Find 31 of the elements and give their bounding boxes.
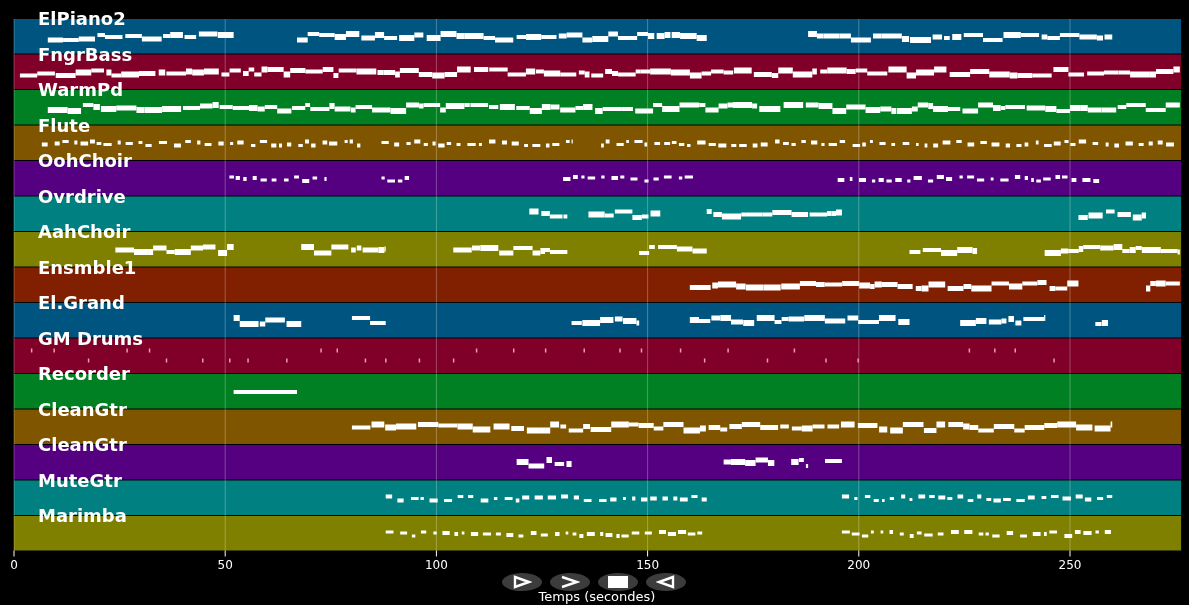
track-name: Marimba bbox=[38, 505, 127, 526]
reverse-button[interactable] bbox=[646, 573, 686, 591]
axis-title: Temps (secondes) bbox=[538, 588, 656, 604]
square-icon bbox=[608, 575, 628, 589]
track-name: MuteGtr bbox=[38, 469, 122, 491]
track-name: CleanGtr bbox=[38, 434, 127, 455]
tick-label: 200 bbox=[847, 557, 871, 572]
notes-drawing bbox=[233, 390, 297, 394]
track-name: Recorder bbox=[38, 363, 130, 384]
track-name: Flute bbox=[38, 114, 91, 136]
track-name: Ovrdrive bbox=[38, 185, 126, 207]
triangle-icon bbox=[512, 575, 532, 589]
tick-label: 100 bbox=[424, 557, 448, 572]
play-button[interactable] bbox=[502, 573, 542, 591]
track-name: ElPiano2 bbox=[38, 8, 126, 29]
track-name: WarmPd bbox=[38, 79, 124, 100]
tick-label: 250 bbox=[1058, 557, 1082, 572]
stop-button[interactable] bbox=[598, 573, 638, 591]
chevron-icon bbox=[560, 575, 580, 589]
track-name: AahChoir bbox=[38, 221, 131, 242]
triangle-icon bbox=[656, 575, 676, 589]
track-name: Ensmble1 bbox=[38, 256, 137, 278]
next-button[interactable] bbox=[550, 573, 590, 591]
tick-label: 0 bbox=[10, 557, 18, 572]
track-name: GM Drums bbox=[38, 327, 144, 349]
tick-label: 150 bbox=[636, 557, 660, 572]
track-name: FngrBass bbox=[38, 43, 133, 65]
tick-label: 50 bbox=[217, 557, 233, 572]
track-name: OohChoir bbox=[38, 150, 132, 171]
track-name: El.Grand bbox=[38, 292, 125, 313]
track-name: CleanGtr bbox=[38, 398, 127, 420]
